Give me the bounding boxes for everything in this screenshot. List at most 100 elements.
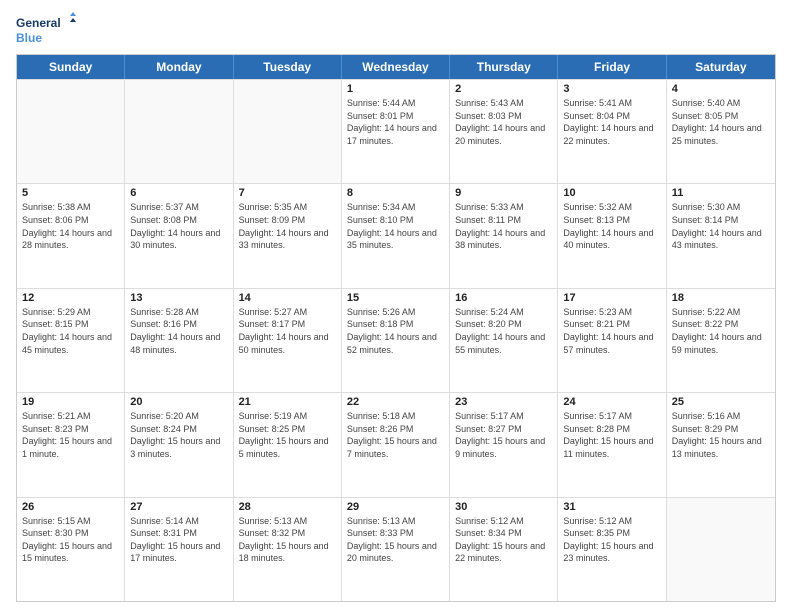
day-cell-19: 19 Sunrise: 5:21 AMSunset: 8:23 PMDayligh…	[17, 393, 125, 496]
day-info: Sunrise: 5:35 AMSunset: 8:09 PMDaylight:…	[239, 201, 336, 251]
day-number: 20	[130, 396, 227, 408]
day-cell-2: 2 Sunrise: 5:43 AMSunset: 8:03 PMDaylight…	[450, 80, 558, 183]
day-info: Sunrise: 5:19 AMSunset: 8:25 PMDaylight:…	[239, 410, 336, 460]
day-info: Sunrise: 5:23 AMSunset: 8:21 PMDaylight:…	[563, 306, 660, 356]
day-number: 16	[455, 292, 552, 304]
day-cell-25: 25 Sunrise: 5:16 AMSunset: 8:29 PMDayligh…	[667, 393, 775, 496]
header-cell-thursday: Thursday	[450, 55, 558, 79]
day-cell-15: 15 Sunrise: 5:26 AMSunset: 8:18 PMDayligh…	[342, 289, 450, 392]
day-info: Sunrise: 5:17 AMSunset: 8:28 PMDaylight:…	[563, 410, 660, 460]
day-cell-empty-0-1	[125, 80, 233, 183]
day-number: 29	[347, 501, 444, 513]
day-info: Sunrise: 5:33 AMSunset: 8:11 PMDaylight:…	[455, 201, 552, 251]
day-cell-17: 17 Sunrise: 5:23 AMSunset: 8:21 PMDayligh…	[558, 289, 666, 392]
day-info: Sunrise: 5:16 AMSunset: 8:29 PMDaylight:…	[672, 410, 770, 460]
day-number: 2	[455, 83, 552, 95]
calendar-row-1: 5 Sunrise: 5:38 AMSunset: 8:06 PMDaylight…	[17, 183, 775, 287]
header-cell-saturday: Saturday	[667, 55, 775, 79]
day-cell-13: 13 Sunrise: 5:28 AMSunset: 8:16 PMDayligh…	[125, 289, 233, 392]
day-cell-empty-4-6	[667, 498, 775, 601]
day-info: Sunrise: 5:30 AMSunset: 8:14 PMDaylight:…	[672, 201, 770, 251]
header-cell-monday: Monday	[125, 55, 233, 79]
day-info: Sunrise: 5:18 AMSunset: 8:26 PMDaylight:…	[347, 410, 444, 460]
day-number: 15	[347, 292, 444, 304]
day-number: 17	[563, 292, 660, 304]
header: General Blue	[16, 12, 776, 48]
day-info: Sunrise: 5:21 AMSunset: 8:23 PMDaylight:…	[22, 410, 119, 460]
day-cell-26: 26 Sunrise: 5:15 AMSunset: 8:30 PMDayligh…	[17, 498, 125, 601]
calendar-row-0: 1 Sunrise: 5:44 AMSunset: 8:01 PMDaylight…	[17, 79, 775, 183]
day-info: Sunrise: 5:32 AMSunset: 8:13 PMDaylight:…	[563, 201, 660, 251]
day-number: 13	[130, 292, 227, 304]
day-number: 24	[563, 396, 660, 408]
day-cell-8: 8Sunrise: 5:34 AMSunset: 8:10 PMDaylight…	[342, 184, 450, 287]
header-cell-tuesday: Tuesday	[234, 55, 342, 79]
day-number: 28	[239, 501, 336, 513]
day-number: 18	[672, 292, 770, 304]
day-number: 26	[22, 501, 119, 513]
day-cell-21: 21 Sunrise: 5:19 AMSunset: 8:25 PMDayligh…	[234, 393, 342, 496]
day-info: Sunrise: 5:41 AMSunset: 8:04 PMDaylight:…	[563, 97, 660, 147]
day-cell-24: 24 Sunrise: 5:17 AMSunset: 8:28 PMDayligh…	[558, 393, 666, 496]
day-cell-11: 11 Sunrise: 5:30 AMSunset: 8:14 PMDayligh…	[667, 184, 775, 287]
day-number: 6	[130, 187, 227, 199]
day-info: Sunrise: 5:38 AMSunset: 8:06 PMDaylight:…	[22, 201, 119, 251]
day-info: Sunrise: 5:12 AMSunset: 8:35 PMDaylight:…	[563, 515, 660, 565]
day-number: 21	[239, 396, 336, 408]
day-cell-14: 14 Sunrise: 5:27 AMSunset: 8:17 PMDayligh…	[234, 289, 342, 392]
day-number: 14	[239, 292, 336, 304]
day-number: 27	[130, 501, 227, 513]
day-info: Sunrise: 5:22 AMSunset: 8:22 PMDaylight:…	[672, 306, 770, 356]
day-cell-16: 16 Sunrise: 5:24 AMSunset: 8:20 PMDayligh…	[450, 289, 558, 392]
day-number: 25	[672, 396, 770, 408]
day-cell-29: 29 Sunrise: 5:13 AMSunset: 8:33 PMDayligh…	[342, 498, 450, 601]
day-number: 23	[455, 396, 552, 408]
day-number: 19	[22, 396, 119, 408]
day-cell-27: 27Sunrise: 5:14 AMSunset: 8:31 PMDayligh…	[125, 498, 233, 601]
logo: General Blue	[16, 12, 76, 48]
day-info: Sunrise: 5:13 AMSunset: 8:32 PMDaylight:…	[239, 515, 336, 565]
day-info: Sunrise: 5:29 AMSunset: 8:15 PMDaylight:…	[22, 306, 119, 356]
day-info: Sunrise: 5:17 AMSunset: 8:27 PMDaylight:…	[455, 410, 552, 460]
day-info: Sunrise: 5:26 AMSunset: 8:18 PMDaylight:…	[347, 306, 444, 356]
day-cell-4: 4Sunrise: 5:40 AMSunset: 8:05 PMDaylight…	[667, 80, 775, 183]
calendar-row-2: 12 Sunrise: 5:29 AMSunset: 8:15 PMDayligh…	[17, 288, 775, 392]
calendar-body: 1 Sunrise: 5:44 AMSunset: 8:01 PMDaylight…	[17, 79, 775, 601]
day-cell-18: 18 Sunrise: 5:22 AMSunset: 8:22 PMDayligh…	[667, 289, 775, 392]
day-info: Sunrise: 5:12 AMSunset: 8:34 PMDaylight:…	[455, 515, 552, 565]
day-info: Sunrise: 5:44 AMSunset: 8:01 PMDaylight:…	[347, 97, 444, 147]
day-cell-28: 28 Sunrise: 5:13 AMSunset: 8:32 PMDayligh…	[234, 498, 342, 601]
day-cell-23: 23 Sunrise: 5:17 AMSunset: 8:27 PMDayligh…	[450, 393, 558, 496]
day-info: Sunrise: 5:37 AMSunset: 8:08 PMDaylight:…	[130, 201, 227, 251]
day-cell-12: 12 Sunrise: 5:29 AMSunset: 8:15 PMDayligh…	[17, 289, 125, 392]
day-info: Sunrise: 5:13 AMSunset: 8:33 PMDaylight:…	[347, 515, 444, 565]
day-number: 30	[455, 501, 552, 513]
day-number: 1	[347, 83, 444, 95]
day-info: Sunrise: 5:27 AMSunset: 8:17 PMDaylight:…	[239, 306, 336, 356]
day-number: 31	[563, 501, 660, 513]
calendar-header-row: SundayMondayTuesdayWednesdayThursdayFrid…	[17, 55, 775, 79]
header-cell-sunday: Sunday	[17, 55, 125, 79]
day-number: 11	[672, 187, 770, 199]
day-cell-9: 9Sunrise: 5:33 AMSunset: 8:11 PMDaylight…	[450, 184, 558, 287]
day-info: Sunrise: 5:20 AMSunset: 8:24 PMDaylight:…	[130, 410, 227, 460]
day-info: Sunrise: 5:28 AMSunset: 8:16 PMDaylight:…	[130, 306, 227, 356]
day-cell-3: 3 Sunrise: 5:41 AMSunset: 8:04 PMDaylight…	[558, 80, 666, 183]
day-number: 12	[22, 292, 119, 304]
day-number: 4	[672, 83, 770, 95]
day-info: Sunrise: 5:15 AMSunset: 8:30 PMDaylight:…	[22, 515, 119, 565]
day-cell-30: 30 Sunrise: 5:12 AMSunset: 8:34 PMDayligh…	[450, 498, 558, 601]
calendar-row-3: 19 Sunrise: 5:21 AMSunset: 8:23 PMDayligh…	[17, 392, 775, 496]
day-number: 8	[347, 187, 444, 199]
day-number: 22	[347, 396, 444, 408]
day-number: 10	[563, 187, 660, 199]
day-info: Sunrise: 5:24 AMSunset: 8:20 PMDaylight:…	[455, 306, 552, 356]
svg-text:General: General	[16, 16, 61, 30]
day-cell-empty-0-0	[17, 80, 125, 183]
day-cell-31: 31 Sunrise: 5:12 AMSunset: 8:35 PMDayligh…	[558, 498, 666, 601]
day-number: 3	[563, 83, 660, 95]
day-number: 5	[22, 187, 119, 199]
day-cell-empty-0-2	[234, 80, 342, 183]
day-info: Sunrise: 5:43 AMSunset: 8:03 PMDaylight:…	[455, 97, 552, 147]
day-cell-5: 5 Sunrise: 5:38 AMSunset: 8:06 PMDaylight…	[17, 184, 125, 287]
